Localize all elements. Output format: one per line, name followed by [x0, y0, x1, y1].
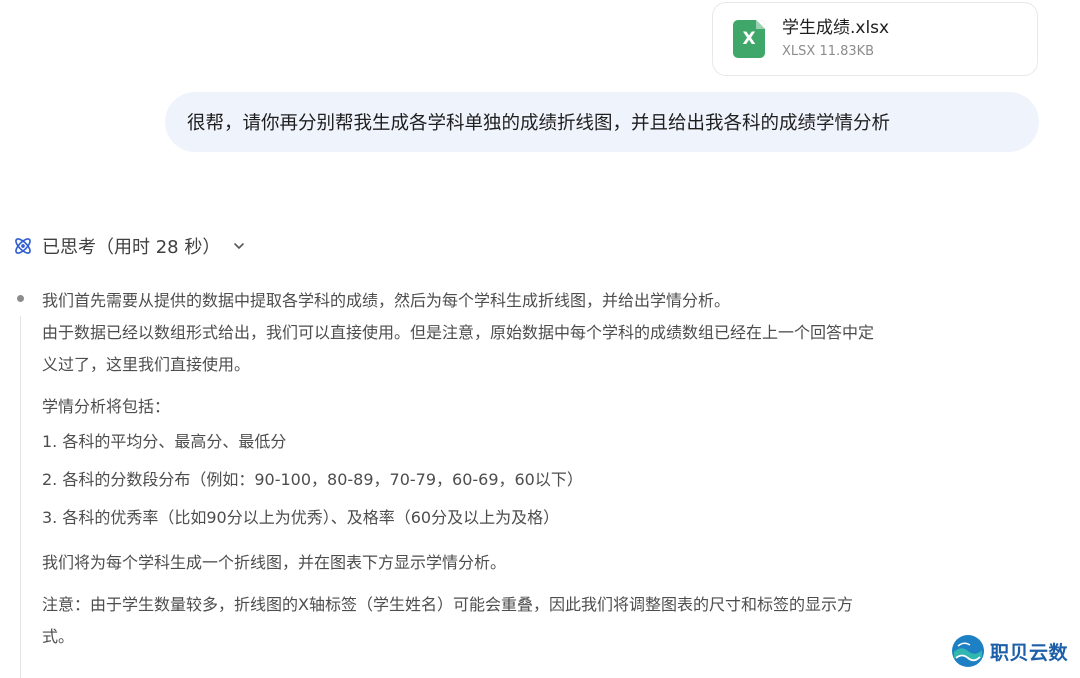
- thinking-paragraph: 我们首先需要从提供的数据中提取各学科的成绩，然后为每个学科生成折线图，并给出学情…: [42, 291, 731, 310]
- thinking-toggle[interactable]: 已思考（用时 28 秒）: [12, 232, 246, 260]
- analysis-list-item: 1. 各科的平均分、最高分、最低分: [42, 432, 287, 451]
- analysis-list-item: 2. 各科的分数段分布（例如：90-100，80-89，70-79，60-69，…: [42, 470, 583, 489]
- thinking-label: 已思考（用时 28 秒）: [42, 237, 221, 258]
- attachment-card[interactable]: X 学生成绩.xlsx XLSX 11.83KB: [712, 2, 1038, 76]
- attachment-file-info: XLSX 11.83KB: [782, 44, 875, 59]
- attachment-file-name: 学生成绩.xlsx: [782, 18, 890, 38]
- atom-icon: [15, 238, 31, 254]
- thinking-content: 我们首先需要从提供的数据中提取各学科的成绩，然后为每个学科生成折线图，并给出学情…: [42, 285, 1042, 653]
- chevron-down-icon: [234, 243, 245, 249]
- analysis-list-item: 3. 各科的优秀率（比如90分以上为优秀）、及格率（60分及以上为及格）: [42, 508, 560, 527]
- thinking-paragraph: 由于数据已经以数组形式给出，我们可以直接使用。但是注意，原始数据中每个学科的成绩…: [42, 323, 875, 342]
- brand-logo-icon: [952, 635, 984, 667]
- thinking-paragraph: 义过了，这里我们直接使用。: [42, 355, 251, 374]
- analysis-intro: 学情分析将包括：: [42, 397, 171, 416]
- thinking-rail: [20, 316, 21, 678]
- note-line: 式。: [42, 627, 75, 646]
- thinking-bullet: [17, 295, 24, 302]
- chart-plan: 我们将为每个学科生成一个折线图，并在图表下方显示学情分析。: [42, 553, 507, 572]
- watermark: 职贝云数: [950, 633, 1068, 669]
- user-message-bubble: 很帮，请你再分别帮我生成各学科单独的成绩折线图，并且给出我各科的成绩学情分析: [165, 92, 1039, 152]
- xlsx-file-icon: X: [733, 20, 765, 58]
- xlsx-icon-letter: X: [742, 29, 756, 49]
- user-message-text: 很帮，请你再分别帮我生成各学科单独的成绩折线图，并且给出我各科的成绩学情分析: [187, 113, 891, 134]
- watermark-text: 职贝云数: [990, 641, 1069, 664]
- attachment-meta: 学生成绩.xlsx XLSX 11.83KB: [782, 17, 889, 61]
- note-line: 注意：由于学生数量较多，折线图的X轴标签（学生姓名）可能会重叠，因此我们将调整图…: [42, 595, 853, 614]
